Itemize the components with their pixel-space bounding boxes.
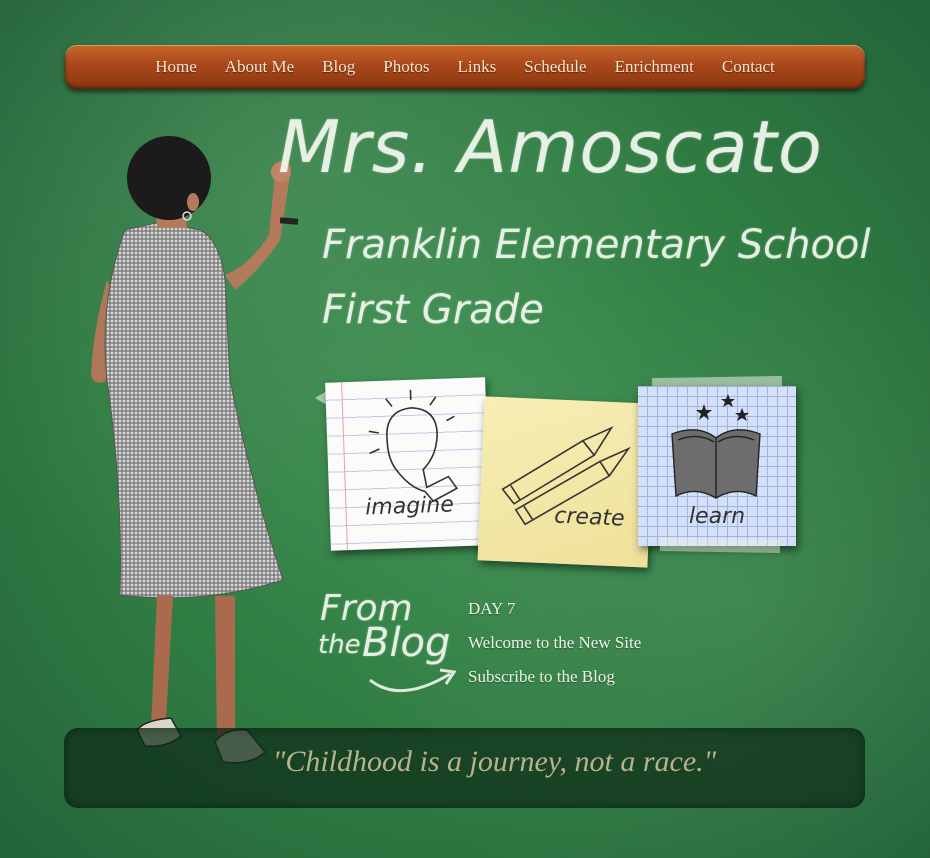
blog-link-welcome[interactable]: Welcome to the New Site bbox=[468, 630, 641, 664]
nav-home[interactable]: Home bbox=[141, 57, 211, 77]
crayons-icon bbox=[501, 426, 631, 526]
learn-label: learn bbox=[688, 504, 746, 529]
imagine-card[interactable]: imagine bbox=[325, 377, 491, 551]
lightbulb-icon bbox=[368, 389, 459, 503]
blog-link-subscribe[interactable]: Subscribe to the Blog bbox=[468, 664, 641, 698]
nav-links[interactable]: Links bbox=[444, 57, 511, 77]
nav-about-me[interactable]: About Me bbox=[211, 57, 308, 77]
tape-strip-bottom bbox=[659, 536, 781, 554]
site-title: Mrs. Amoscato bbox=[278, 105, 823, 189]
nav-photos[interactable]: Photos bbox=[369, 57, 443, 77]
nav-blog[interactable]: Blog bbox=[308, 57, 369, 77]
blog-links-list: DAY 7 Welcome to the New Site Subscribe … bbox=[468, 596, 641, 698]
nav-schedule[interactable]: Schedule bbox=[510, 57, 600, 77]
learn-card[interactable]: learn bbox=[638, 386, 796, 546]
quote-bar: "Childhood is a journey, not a race." bbox=[64, 728, 865, 808]
quote-text: "Childhood is a journey, not a race." bbox=[272, 745, 717, 778]
nav-contact[interactable]: Contact bbox=[708, 57, 789, 77]
from-the-blog-heading: From the Blog bbox=[318, 588, 468, 706]
grade-label: First Grade bbox=[322, 287, 544, 333]
swoosh-arrow-icon bbox=[369, 668, 457, 693]
teacher-photo bbox=[91, 136, 299, 764]
main-nav: Home About Me Blog Photos Links Schedule… bbox=[65, 45, 865, 89]
school-name: Franklin Elementary School bbox=[322, 222, 871, 268]
nav-enrichment[interactable]: Enrichment bbox=[601, 57, 708, 77]
blog-link-day7[interactable]: DAY 7 bbox=[468, 596, 641, 630]
create-card[interactable]: create bbox=[477, 396, 655, 568]
